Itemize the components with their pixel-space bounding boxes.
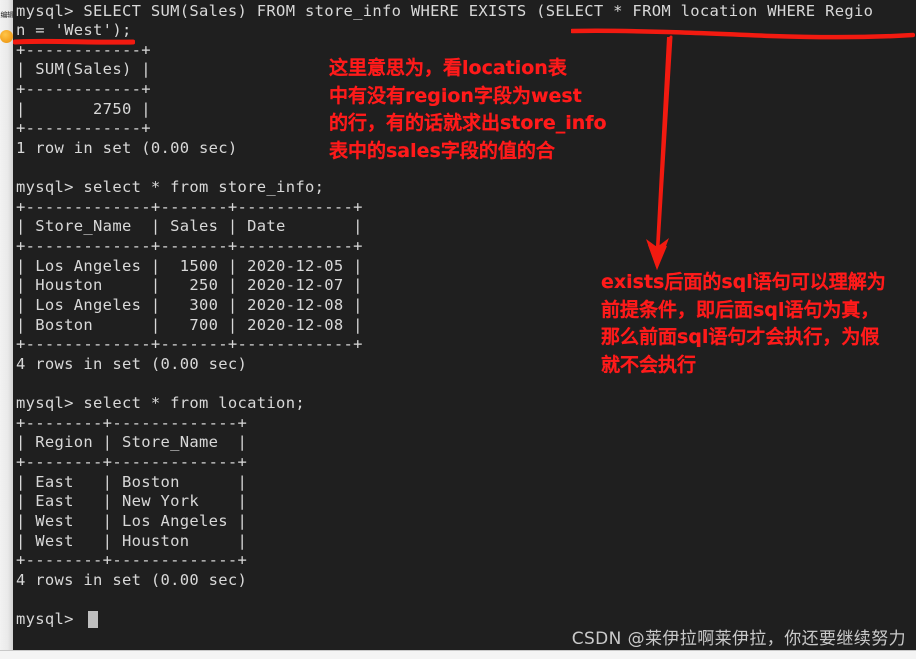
screenshot-root: mysql> SELECT SUM(Sales) FROM store_info… [0, 0, 916, 659]
terminal-line: +--------+-------------+ [16, 413, 248, 432]
terminal-line: 4 rows in set (0.00 sec) [16, 354, 248, 373]
red-underline-west-clause [13, 38, 135, 45]
terminal-line: | East | New York | [16, 492, 248, 511]
terminal-line: 4 rows in set (0.00 sec) [16, 570, 248, 589]
terminal-line: | Los Angeles | 300 | 2020-12-08 | [16, 295, 363, 314]
terminal-line: | Store_Name | Sales | Date | [16, 217, 363, 236]
terminal-line: | Boston | 700 | 2020-12-08 | [16, 315, 363, 334]
red-arrow-icon [646, 35, 673, 270]
terminal-line: +--------+-------------+ [16, 551, 248, 570]
terminal-line: | SUM(Sales) | [16, 60, 151, 79]
terminal-line: +-------------+-------+------------+ [16, 197, 363, 216]
bottom-window-edge [0, 650, 916, 659]
red-underline-subquery [571, 28, 915, 40]
terminal-line: mysql> select * from store_info; [16, 178, 325, 197]
annotation-note-1: 这里意思为，看location表 中有没有region字段为west 的行，有的… [329, 57, 607, 162]
terminal-line: 1 row in set (0.00 sec) [16, 138, 238, 157]
terminal-line: | East | Boston | [16, 472, 248, 491]
terminal-line: | Houston | 250 | 2020-12-07 | [16, 276, 363, 295]
annotation-note-2: exists后面的sql语句可以理解为 前提条件，即后面sql语句为真， 那么前… [601, 271, 886, 376]
terminal-line: | Region | Store_Name | [16, 433, 248, 452]
terminal-line: +------------+ [16, 80, 151, 99]
terminal-line: | 2750 | [16, 99, 151, 118]
orange-status-dot-icon [0, 30, 13, 43]
terminal-line: mysql> [16, 610, 84, 629]
terminal-line: mysql> select * from location; [16, 394, 305, 413]
csdn-watermark: CSDN @莱伊拉啊莱伊拉，你还要继续努力 [571, 629, 906, 649]
terminal-cursor [88, 611, 99, 629]
terminal-line: | Los Angeles | 1500 | 2020-12-05 | [16, 256, 363, 275]
terminal-line: +------------+ [16, 119, 151, 138]
terminal-line: | West | Houston | [16, 531, 248, 550]
adjacent-window-strip[interactable]: 编辑 [0, 0, 14, 659]
terminal-line: +--------+-------------+ [16, 452, 248, 471]
terminal-line: +-------------+-------+------------+ [16, 237, 363, 256]
adjacent-window-label: 编辑 [0, 11, 15, 19]
terminal-line: | West | Los Angeles | [16, 511, 248, 530]
terminal-line: +-------------+-------+------------+ [16, 335, 363, 354]
terminal-line: mysql> SELECT SUM(Sales) FROM store_info… [16, 1, 874, 20]
